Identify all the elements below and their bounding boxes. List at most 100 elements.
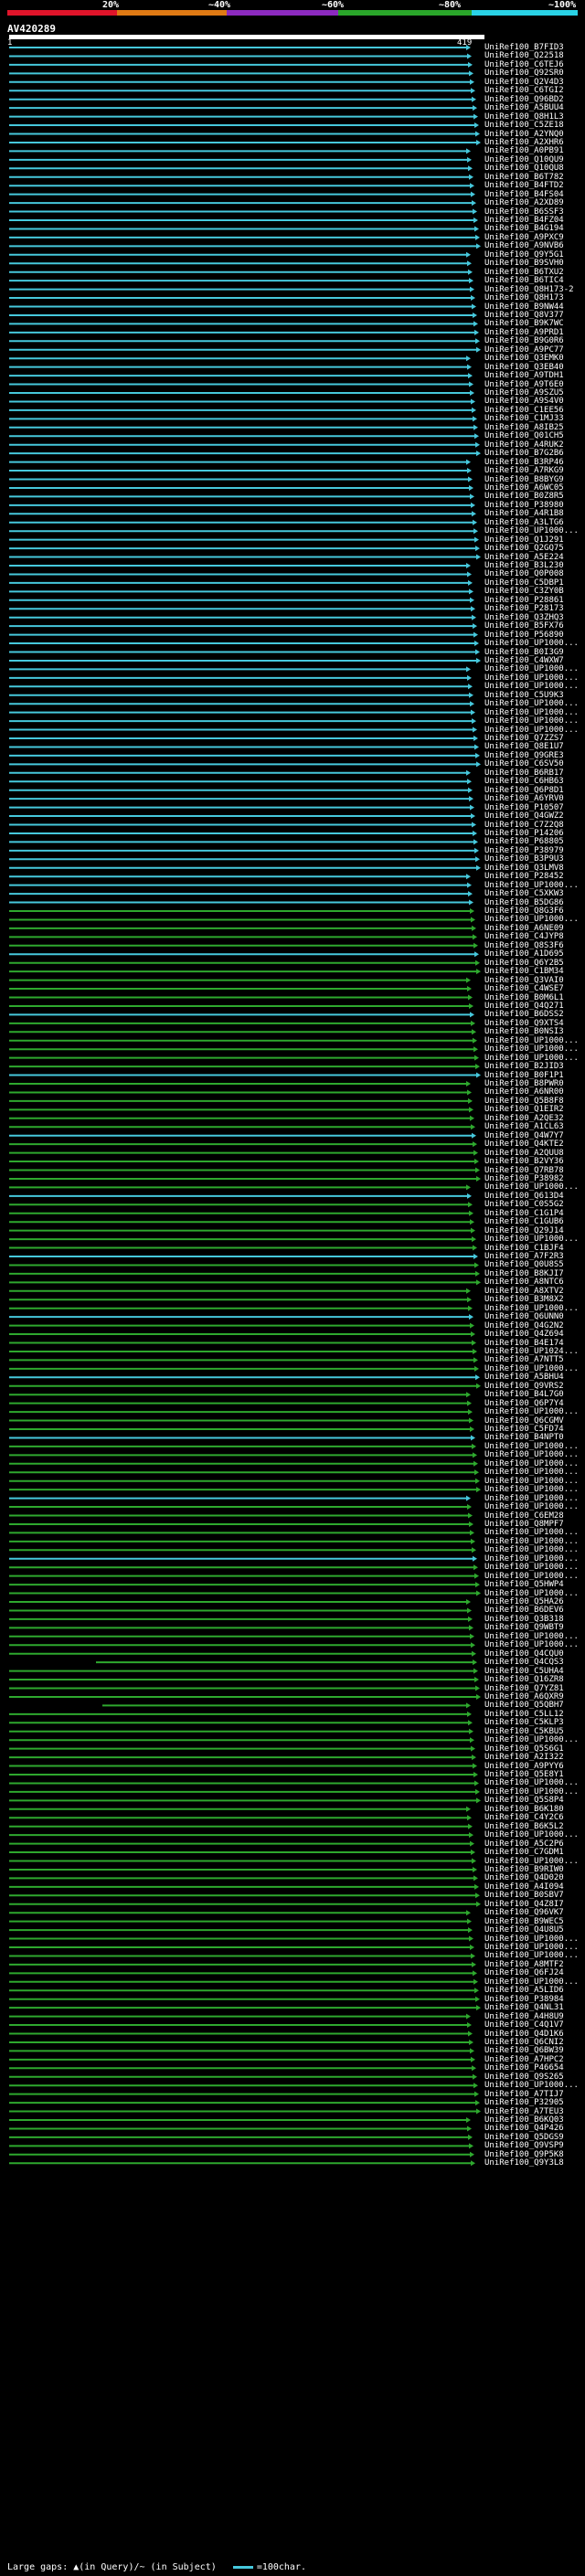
hit-label[interactable]: UniRef100_UP1000... (484, 640, 579, 648)
hit-label[interactable]: UniRef100_UP1000... (484, 1831, 579, 1839)
hit-label[interactable]: UniRef100_C4WSE7 (484, 985, 564, 993)
hit-label[interactable]: UniRef100_UP1000... (484, 700, 579, 708)
hit-label[interactable]: UniRef100_C6TGI2 (484, 87, 564, 95)
hit-label[interactable]: UniRef100_A4R1B8 (484, 510, 564, 518)
hit-label[interactable]: UniRef100_Q2GQ75 (484, 545, 564, 553)
hit-label[interactable]: UniRef100_UP1000... (484, 1564, 579, 1572)
hit-label[interactable]: UniRef100_C5XKW3 (484, 890, 564, 898)
hit-label[interactable]: UniRef100_UP1000... (484, 2082, 579, 2090)
hit-label[interactable]: UniRef100_UP1000... (484, 1503, 579, 1511)
hit-arrow-icon (467, 364, 472, 370)
hit-label[interactable]: UniRef100_Q6UNN0 (484, 1313, 564, 1321)
hit-label[interactable]: UniRef100_A7RKG9 (484, 467, 564, 475)
hit-arrow-icon (473, 1659, 477, 1666)
hit-label[interactable]: UniRef100_B9SVH0 (484, 260, 564, 268)
hit-label[interactable]: UniRef100_Q4U8U5 (484, 1926, 564, 1935)
hit-label[interactable]: UniRef100_A1CL63 (484, 1123, 564, 1131)
hit-label[interactable]: UniRef100_A6YRV0 (484, 795, 564, 803)
hit-label[interactable]: UniRef100_Q9VSP9 (484, 2142, 564, 2150)
hit-arrow-icon (475, 338, 480, 345)
hit-label[interactable]: UniRef100_P46654 (484, 2064, 564, 2072)
hit-label[interactable]: UniRef100_B3P9U3 (484, 855, 564, 864)
hit-arrow-icon (469, 70, 473, 77)
hit-label[interactable]: UniRef100_Q6FJ24 (484, 1969, 564, 1977)
hit-label[interactable]: UniRef100_UP1000... (484, 1546, 579, 1554)
hit-arrow-icon (474, 1780, 479, 1786)
hit-label[interactable]: UniRef100_UP1000... (484, 1468, 579, 1477)
hit-label[interactable]: UniRef100_UP1000... (484, 1736, 579, 1744)
hit-arrow-icon (466, 977, 471, 983)
hit-label[interactable]: UniRef100_P28452 (484, 873, 564, 881)
hit-label[interactable]: UniRef100_C3ZY0B (484, 588, 564, 596)
hit-label[interactable]: UniRef100_A2I322 (484, 1754, 564, 1762)
hit-label[interactable]: UniRef100_P28173 (484, 605, 564, 613)
hit-label[interactable]: UniRef100_B3M8X2 (484, 1296, 564, 1304)
hit-label[interactable]: UniRef100_C4Y2C6 (484, 1814, 564, 1822)
hit-label[interactable]: UniRef100_Q01CH5 (484, 432, 564, 440)
hit-label[interactable]: UniRef100_P32905 (484, 2099, 564, 2107)
hit-arrow-icon (468, 994, 473, 1001)
hit-label[interactable]: UniRef100_C1GUB6 (484, 1218, 564, 1226)
hit-label[interactable]: UniRef100_UP1000... (484, 1451, 579, 1459)
hit-label[interactable]: UniRef100_UP1000... (484, 717, 579, 726)
hit-label[interactable]: UniRef100_C6SV50 (484, 760, 564, 769)
hit-label[interactable]: UniRef100_Q5S8P4 (484, 1797, 564, 1805)
hit-arrow-icon (470, 1945, 474, 1950)
hit-label[interactable]: UniRef100_UP1000... (484, 1045, 579, 1054)
hit-label[interactable]: UniRef100_B0SBV7 (484, 1892, 564, 1900)
hit-label[interactable]: UniRef100_B7G2B6 (484, 450, 564, 458)
hit-label[interactable]: UniRef100_Q92SR0 (484, 69, 564, 78)
hit-label[interactable]: UniRef100_C0S5G2 (484, 1201, 564, 1209)
hit-label[interactable]: UniRef100_Q9Y3L8 (484, 2159, 564, 2168)
hit-label[interactable]: UniRef100_C1MJ33 (484, 415, 564, 423)
hit-label[interactable]: UniRef100_UP1000... (484, 1235, 579, 1244)
hit-label[interactable]: UniRef100_Q3EMK0 (484, 355, 564, 363)
hit-label[interactable]: UniRef100_B2JID3 (484, 1063, 564, 1071)
hit-label[interactable]: UniRef100_C6HB63 (484, 778, 564, 786)
hit-label[interactable]: UniRef100_Q8H173 (484, 294, 564, 302)
hit-arrow-icon (475, 441, 480, 448)
hit-label[interactable]: UniRef100_Q5HWP4 (484, 1581, 564, 1589)
hit-arrow-icon (468, 1720, 473, 1726)
hit-arrow-icon (474, 536, 479, 543)
hit-label[interactable]: UniRef100_C7GDM1 (484, 1849, 564, 1857)
hit-label[interactable]: UniRef100_A8NTC6 (484, 1278, 564, 1287)
hit-label[interactable]: UniRef100_B9G0R6 (484, 337, 564, 345)
hit-label[interactable]: UniRef100_C1BM34 (484, 968, 564, 976)
hit-label[interactable]: UniRef100_UP1000... (484, 1486, 579, 1494)
hit-label[interactable]: UniRef100_B5FX76 (484, 622, 564, 631)
hit-label[interactable]: UniRef100_Q1EIR2 (484, 1106, 564, 1114)
hit-label[interactable]: UniRef100_Q96VK7 (484, 1909, 564, 1917)
hit-label[interactable]: UniRef100_B0NSI3 (484, 1028, 564, 1036)
hit-label[interactable]: UniRef100_Q4CQS3 (484, 1659, 564, 1667)
hit-arrow-icon (473, 1046, 478, 1053)
hit-label[interactable]: UniRef100_Q10QU8 (484, 164, 564, 173)
hit-label[interactable]: UniRef100_Q4Z694 (484, 1330, 564, 1339)
hit-label[interactable]: UniRef100_A2XD89 (484, 199, 564, 207)
hit-label[interactable]: UniRef100_Q4KTE2 (484, 1140, 564, 1149)
hit-label[interactable]: UniRef100_B2VY36 (484, 1158, 564, 1166)
hit-label[interactable]: UniRef100_UP1000... (484, 1641, 579, 1649)
hit-label[interactable]: UniRef100_B4L7G0 (484, 1391, 564, 1399)
hit-label[interactable]: UniRef100_Q16ZR8 (484, 1676, 564, 1684)
hit-arrow-icon (473, 1150, 478, 1156)
hit-label[interactable]: UniRef100_A5BUU4 (484, 104, 564, 112)
hit-label[interactable]: UniRef100_A5BHU4 (484, 1373, 564, 1382)
hit-label[interactable]: UniRef100_C4JYP8 (484, 933, 564, 941)
hit-arrow-icon (473, 1668, 478, 1674)
hit-label[interactable]: UniRef100_UP1000... (484, 1408, 579, 1416)
hit-label[interactable]: UniRef100_C5KLP3 (484, 1719, 564, 1727)
hit-label[interactable]: UniRef100_A9NVB6 (484, 242, 564, 250)
hit-label[interactable]: UniRef100_A5LID6 (484, 1987, 564, 1995)
hit-label[interactable]: UniRef100_UP1000... (484, 683, 579, 691)
hit-label[interactable]: UniRef100_UP1000... (484, 527, 579, 535)
hit-label[interactable]: UniRef100_Q4GWZ2 (484, 812, 564, 821)
hit-label[interactable]: UniRef100_A1D695 (484, 950, 564, 959)
hit-label[interactable]: UniRef100_B6TIC4 (484, 277, 564, 285)
hit-label[interactable]: UniRef100_Q9WBT9 (484, 1624, 564, 1632)
hit-label[interactable]: UniRef100_C5ZE18 (484, 122, 564, 130)
hit-label[interactable]: UniRef100_B4FTD2 (484, 182, 564, 190)
hit-label[interactable]: UniRef100_C4Q1V7 (484, 2021, 564, 2030)
hit-label[interactable]: UniRef100_A9TDH1 (484, 372, 564, 380)
hit-label[interactable]: UniRef100_Q4NL31 (484, 2004, 564, 2012)
